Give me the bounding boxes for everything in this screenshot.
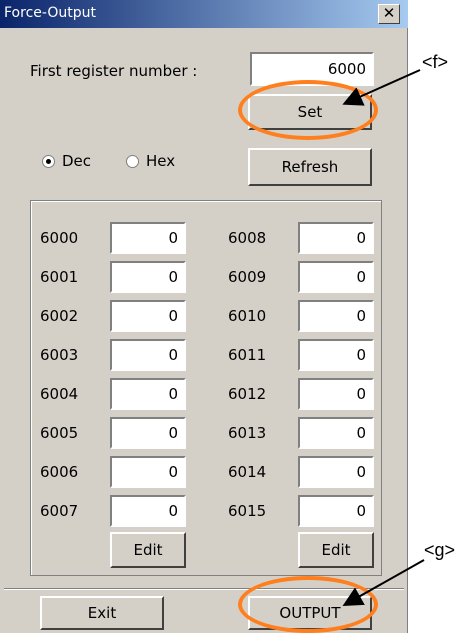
arrow-f (342, 69, 421, 106)
callout-g: <g> (424, 540, 456, 560)
arrow-g (342, 559, 425, 606)
callout-f: <f> (422, 52, 449, 72)
annotation-arrows (342, 69, 425, 606)
